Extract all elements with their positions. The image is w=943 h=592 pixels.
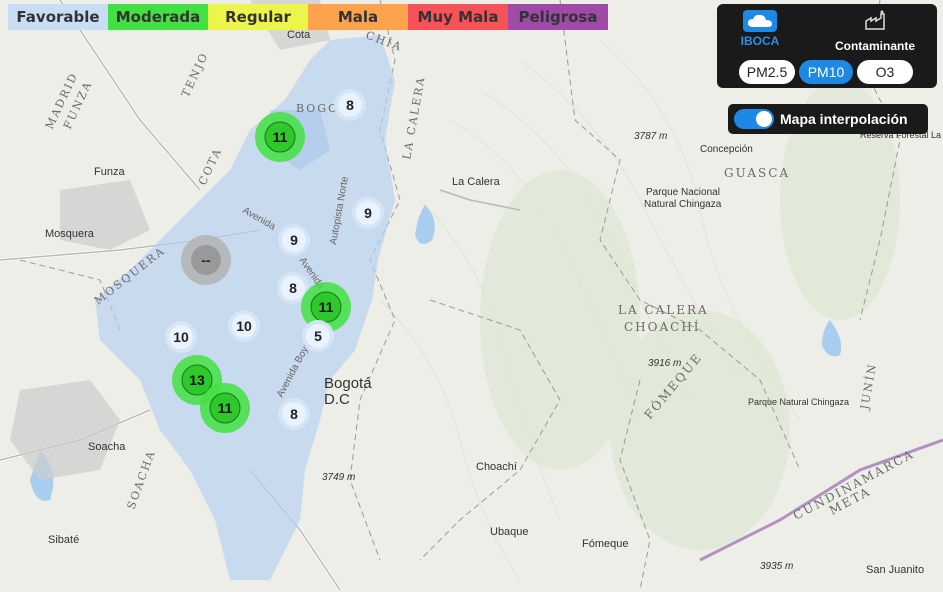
station-marker[interactable]: 10 xyxy=(165,321,197,353)
contaminant-selector[interactable]: Contaminante xyxy=(821,10,929,53)
place-label: Soacha xyxy=(88,441,126,453)
region-label: GUASCA xyxy=(724,166,790,180)
pollutant-panel: IBOCA Contaminante PM2.5 PM10 O3 xyxy=(717,4,937,88)
legend-mala: Mala xyxy=(308,4,408,30)
station-value: 11 xyxy=(218,400,233,416)
station-value: 8 xyxy=(290,406,298,422)
station-marker[interactable]: 9 xyxy=(278,224,310,256)
station-value: 11 xyxy=(319,299,334,315)
place-label: Ubaque xyxy=(490,526,529,538)
interpolation-toggle[interactable] xyxy=(734,109,774,129)
station-value: 9 xyxy=(364,205,372,221)
place-label: Concepción xyxy=(700,144,753,155)
station-marker[interactable]: 8 xyxy=(278,398,310,430)
pollutant-pm10-button[interactable]: PM10 xyxy=(799,60,853,84)
place-label: 3916 m xyxy=(648,358,681,369)
legend-favorable: Favorable xyxy=(8,4,108,30)
station-value: 8 xyxy=(289,280,297,296)
station-value: 5 xyxy=(314,328,322,344)
pollutant-o3-button[interactable]: O3 xyxy=(857,60,913,84)
place-label: Sibaté xyxy=(48,534,79,546)
toggle-knob xyxy=(756,111,772,127)
pollutant-options: PM2.5 PM10 O3 xyxy=(739,60,913,84)
station-value: 13 xyxy=(189,372,205,388)
place-label: Funza xyxy=(94,166,125,178)
place-label: La Calera xyxy=(452,176,501,188)
place-label: Cota xyxy=(287,29,311,41)
place-label: D.C xyxy=(324,391,350,408)
station-marker[interactable]: 10 xyxy=(228,310,260,342)
place-label: 3787 m xyxy=(634,131,667,142)
station-value: 8 xyxy=(346,97,354,113)
legend-muy-mala: Muy Mala xyxy=(408,4,508,30)
region-label: LA CALERA xyxy=(618,303,709,317)
station-value: 11 xyxy=(273,129,288,145)
region-label: CHOACHÍ xyxy=(624,319,701,334)
interpolation-toggle-box: Mapa interpolación xyxy=(728,104,928,134)
place-label: Bogotá xyxy=(324,375,372,392)
map-canvas[interactable]: Cota Funza Mosquera Soacha Sibaté La Cal… xyxy=(0,0,943,592)
place-label: Parque Natural Chingaza xyxy=(748,397,849,407)
factory-smoke-icon xyxy=(821,10,929,35)
legend-peligrosa: Peligrosa xyxy=(508,4,608,30)
station-value: 10 xyxy=(173,329,189,345)
place-label: Natural Chingaza xyxy=(644,199,722,210)
logo-label: IBOCA xyxy=(740,34,780,48)
place-label: Parque Nacional xyxy=(646,187,720,198)
station-value: 9 xyxy=(290,232,298,248)
station-marker[interactable]: 5 xyxy=(302,320,334,352)
legend-moderada: Moderada xyxy=(108,4,208,30)
station-marker[interactable]: 11 xyxy=(200,383,250,433)
contaminant-label: Contaminante xyxy=(834,39,915,53)
legend-regular: Regular xyxy=(208,4,308,30)
place-label: 3749 m xyxy=(322,472,355,483)
station-marker[interactable]: 11 xyxy=(255,112,305,162)
station-value: 10 xyxy=(236,318,252,334)
place-label: Mosquera xyxy=(45,228,95,240)
interpolation-label: Mapa interpolación xyxy=(780,111,908,127)
place-label: San Juanito xyxy=(866,564,924,576)
station-value: -- xyxy=(201,252,211,268)
station-marker[interactable]: 9 xyxy=(352,197,384,229)
pollutant-pm25-button[interactable]: PM2.5 xyxy=(739,60,795,84)
place-label: Choachí xyxy=(476,461,517,473)
iboca-logo[interactable]: IBOCA xyxy=(737,10,783,48)
station-marker[interactable]: -- xyxy=(181,235,231,285)
aqi-legend: Favorable Moderada Regular Mala Muy Mala… xyxy=(8,4,608,30)
place-label: 3935 m xyxy=(760,561,793,572)
cloud-icon xyxy=(743,10,777,32)
station-marker[interactable]: 8 xyxy=(334,89,366,121)
place-label: Fómeque xyxy=(582,538,628,550)
